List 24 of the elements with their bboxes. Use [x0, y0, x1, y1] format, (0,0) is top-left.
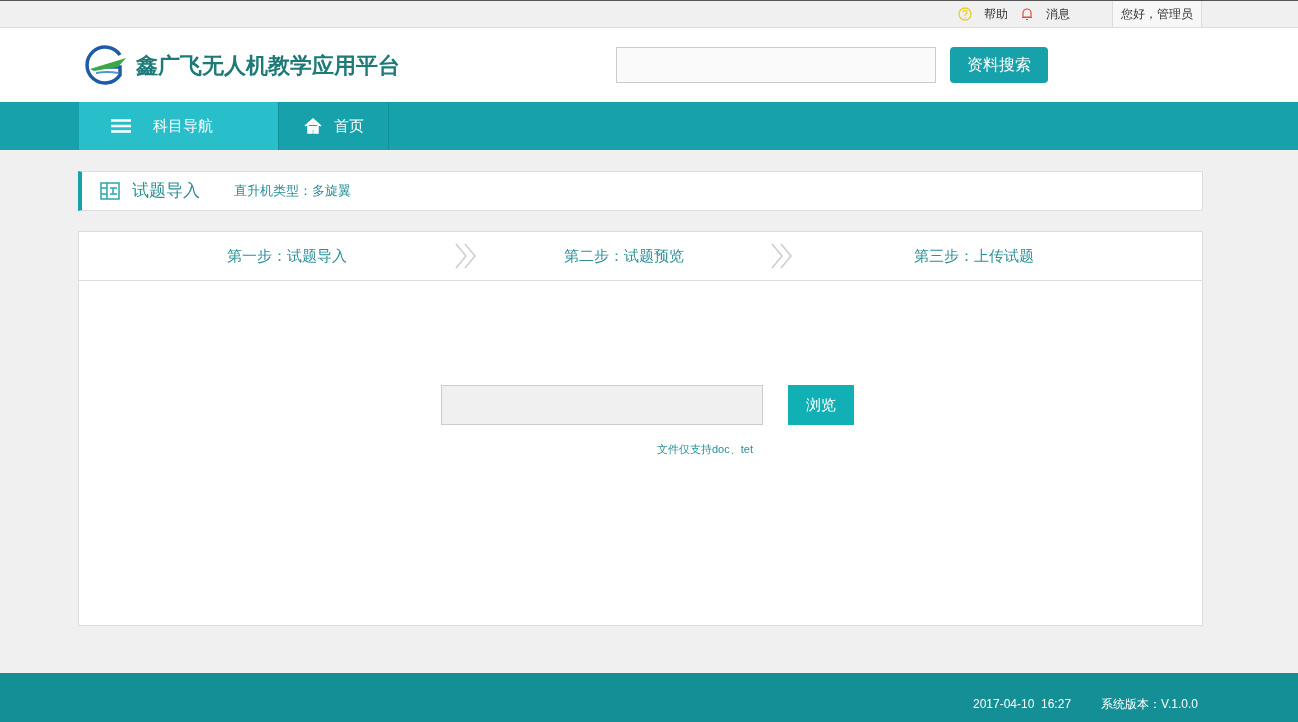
helicopter-type: 直升机类型：多旋翼	[234, 182, 351, 201]
system-version: 系统版本：V.1.0.0	[1101, 695, 1198, 713]
page-title: 试题导入	[132, 180, 200, 203]
nav-tab[interactable]: 科目导航	[79, 102, 279, 150]
messages-link[interactable]: 消息	[1046, 5, 1070, 23]
site-title: 鑫广飞无人机教学应用平台	[136, 51, 400, 80]
home-icon	[303, 118, 322, 134]
search-button[interactable]: 资料搜索	[950, 47, 1048, 83]
chevron-icon	[770, 243, 794, 269]
footer-datetime: 2017-04-10 16:27	[972, 695, 1072, 713]
chevron-icon	[454, 243, 478, 269]
bell-icon	[1020, 7, 1034, 21]
step-label: 第一步：试题导入	[225, 245, 348, 266]
step-label: 第二步：试题预览	[563, 245, 685, 266]
menu-icon	[111, 119, 131, 133]
step-label: 第三步：上传试题	[913, 245, 1035, 266]
search-field[interactable]	[616, 47, 936, 83]
file-type-hint: 文件仅支持doc、tet	[657, 442, 753, 457]
browse-button[interactable]: 浏览	[788, 385, 854, 425]
file-path-field[interactable]	[441, 385, 763, 425]
greeting-menu[interactable]: 您好，管理员	[1112, 1, 1202, 27]
help-icon	[958, 7, 972, 21]
help-link[interactable]: 帮助	[984, 5, 1008, 23]
table-icon	[100, 182, 120, 200]
